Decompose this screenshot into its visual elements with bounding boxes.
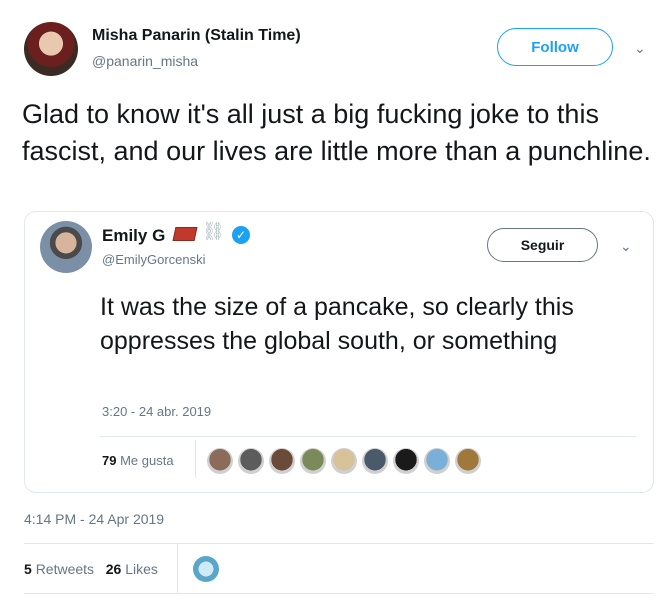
liker-avatar[interactable] bbox=[455, 448, 481, 474]
liker-avatar[interactable] bbox=[424, 448, 450, 474]
tweet-stats: 5 Retweets 26 Likes bbox=[24, 561, 158, 577]
chain-emoji-icon: ⛓ bbox=[202, 221, 225, 241]
author-name[interactable]: Misha Panarin (Stalin Time) bbox=[92, 27, 301, 45]
tweet-text: Glad to know it's all just a big fucking… bbox=[22, 99, 651, 166]
liker-avatar[interactable] bbox=[331, 448, 357, 474]
retweets-count: 5 bbox=[24, 561, 32, 577]
quoted-likers-list bbox=[207, 448, 481, 474]
author-avatar[interactable] bbox=[24, 22, 78, 76]
quoted-likes-count: 79 bbox=[102, 453, 117, 468]
quoted-author-handle[interactable]: @EmilyGorcenski bbox=[102, 252, 206, 267]
retweets-stat[interactable]: 5 Retweets bbox=[24, 561, 94, 577]
retweets-label: Retweets bbox=[35, 561, 95, 577]
likes-label: Likes bbox=[125, 561, 158, 577]
likes-count: 26 bbox=[105, 561, 122, 577]
quoted-timestamp[interactable]: 3:20 - 24 abr. 2019 bbox=[102, 404, 211, 419]
quoted-tweet-text: It was the size of a pancake, so clearly… bbox=[100, 293, 574, 355]
divider bbox=[24, 543, 654, 544]
likes-stat[interactable]: 26 Likes bbox=[106, 561, 158, 577]
tweet-timestamp[interactable]: 4:14 PM - 24 Apr 2019 bbox=[24, 511, 164, 527]
liker-avatar[interactable] bbox=[238, 448, 264, 474]
quoted-follow-button[interactable]: Seguir bbox=[487, 228, 598, 262]
liker-avatar[interactable] bbox=[362, 448, 388, 474]
brick-emoji-icon bbox=[172, 227, 198, 241]
liker-avatar[interactable] bbox=[300, 448, 326, 474]
quoted-stats-divider bbox=[195, 440, 196, 478]
divider bbox=[24, 593, 654, 594]
stats-divider bbox=[177, 543, 178, 593]
quoted-likes-stat[interactable]: 79 Me gusta bbox=[102, 453, 174, 468]
quoted-author-name[interactable]: Emily G bbox=[102, 226, 165, 246]
verified-badge-icon: ✓ bbox=[232, 226, 250, 244]
liker-avatar[interactable] bbox=[193, 556, 219, 582]
liker-avatar[interactable] bbox=[207, 448, 233, 474]
author-handle[interactable]: @panarin_misha bbox=[92, 53, 198, 69]
liker-avatar[interactable] bbox=[269, 448, 295, 474]
quoted-author-avatar[interactable] bbox=[40, 221, 92, 273]
quoted-likes-label: Me gusta bbox=[120, 453, 174, 468]
chevron-down-icon[interactable]: ⌄ bbox=[634, 40, 646, 57]
follow-button[interactable]: Follow bbox=[497, 28, 613, 66]
quoted-divider bbox=[100, 436, 636, 437]
liker-avatar[interactable] bbox=[393, 448, 419, 474]
chevron-down-icon[interactable]: ⌄ bbox=[620, 238, 632, 255]
